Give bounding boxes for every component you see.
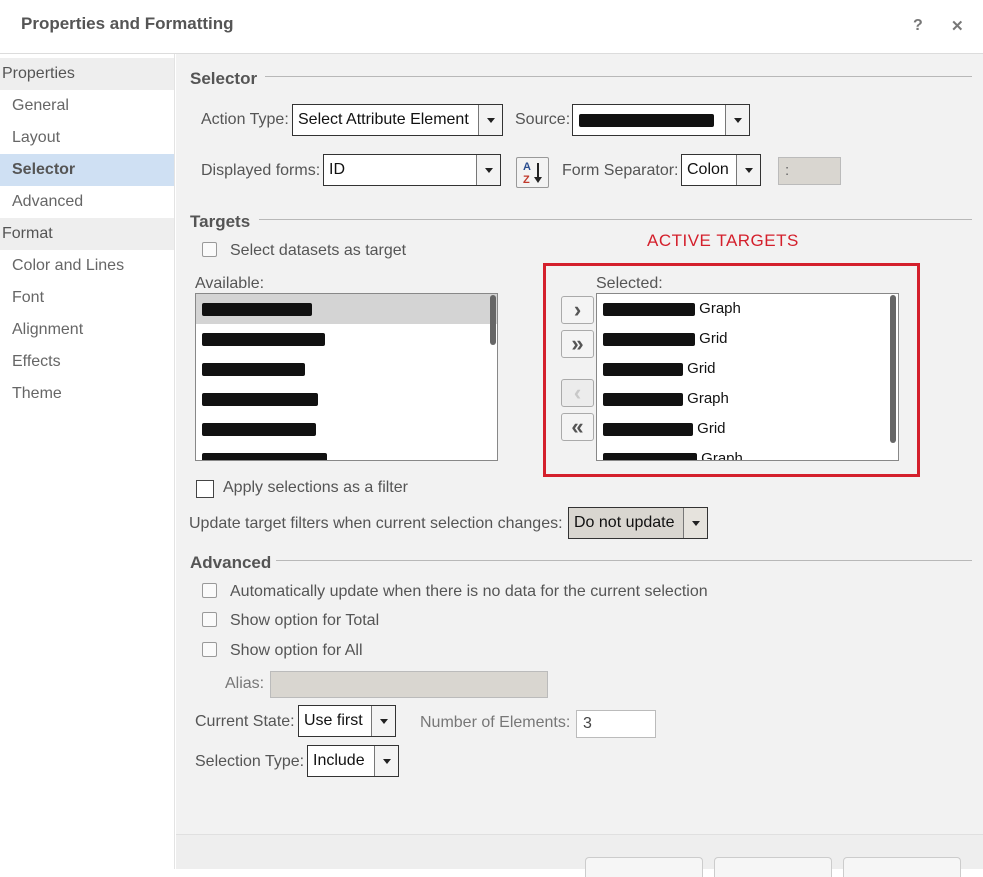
dropdown-arrow-icon[interactable] — [374, 746, 398, 776]
sort-az-icon[interactable]: A Z — [516, 157, 549, 188]
available-list[interactable] — [195, 293, 498, 461]
title-bar: Properties and Formatting ? ✕ — [0, 0, 983, 54]
sidebar-item-advanced[interactable]: Advanced — [0, 186, 174, 218]
form-separator-label: Form Separator: — [562, 162, 679, 179]
current-state-label: Current State: — [195, 713, 295, 730]
section-divider — [265, 76, 972, 77]
sidebar-item-layout[interactable]: Layout — [0, 122, 174, 154]
list-item[interactable]: Graph — [597, 294, 898, 324]
svg-text:A: A — [523, 161, 531, 173]
update-filters-value: Do not update — [574, 514, 675, 531]
show-total-checkbox[interactable] — [202, 612, 217, 627]
displayed-forms-select[interactable]: ID — [323, 154, 501, 186]
sidebar-item-font[interactable]: Font — [0, 282, 174, 314]
selected-scrollbar[interactable] — [890, 295, 896, 443]
action-type-value: Select Attribute Element — [298, 111, 469, 128]
footer-button[interactable] — [714, 857, 832, 877]
update-filters-select[interactable]: Do not update — [568, 507, 708, 539]
dropdown-arrow-icon[interactable] — [683, 508, 707, 538]
selection-type-label: Selection Type: — [195, 753, 305, 770]
footer-button[interactable] — [585, 857, 703, 877]
selector-heading: Selector — [190, 69, 258, 88]
list-item[interactable] — [196, 444, 497, 460]
available-label: Available: — [195, 275, 265, 292]
list-item[interactable] — [196, 324, 497, 354]
list-item[interactable]: Grid — [597, 324, 898, 354]
sidebar-item-color-and-lines[interactable]: Color and Lines — [0, 250, 174, 282]
action-type-label: Action Type: — [201, 111, 289, 128]
footer-button[interactable] — [843, 857, 961, 877]
list-item[interactable]: Graph — [597, 384, 898, 414]
list-item[interactable] — [196, 384, 497, 414]
select-datasets-checkbox[interactable] — [202, 242, 217, 257]
sidebar-item-general[interactable]: General — [0, 90, 174, 122]
sidebar-group-format: Format — [0, 218, 174, 250]
active-targets-annotation: ACTIVE TARGETS — [647, 231, 799, 250]
displayed-forms-label: Displayed forms: — [201, 162, 321, 179]
svg-text:Z: Z — [523, 174, 530, 186]
current-state-select[interactable]: Use first — [298, 705, 396, 737]
dropdown-arrow-icon[interactable] — [371, 706, 395, 736]
auto-update-label: Automatically update when there is no da… — [230, 583, 708, 600]
num-elements-input[interactable]: 3 — [576, 710, 656, 738]
selected-list[interactable]: Graph Grid Grid Graph Grid Graph — [596, 293, 899, 461]
close-icon[interactable]: ✕ — [951, 17, 964, 35]
sidebar-item-alignment[interactable]: Alignment — [0, 314, 174, 346]
section-divider — [276, 560, 972, 561]
sort-az-icon-glyph: A Z — [523, 161, 542, 186]
list-item[interactable] — [196, 354, 497, 384]
sidebar-item-effects[interactable]: Effects — [0, 346, 174, 378]
dropdown-arrow-icon[interactable] — [725, 105, 749, 135]
form-separator-select[interactable]: Colon — [681, 154, 761, 186]
source-select[interactable] — [572, 104, 750, 136]
main-panel: Selector Action Type: Select Attribute E… — [176, 54, 983, 877]
sidebar-group-properties: Properties — [0, 58, 174, 90]
list-item[interactable]: Graph — [597, 444, 898, 460]
dialog-title: Properties and Formatting — [21, 14, 234, 33]
advanced-heading: Advanced — [190, 553, 272, 572]
action-type-select[interactable]: Select Attribute Element — [292, 104, 503, 136]
select-datasets-label: Select datasets as target — [230, 242, 407, 259]
source-label: Source: — [515, 111, 571, 128]
help-icon[interactable]: ? — [913, 17, 923, 35]
displayed-forms-value: ID — [329, 161, 345, 178]
apply-filter-checkbox[interactable] — [196, 480, 214, 498]
sidebar-item-selector[interactable]: Selector — [0, 154, 174, 186]
selection-type-select[interactable]: Include — [307, 745, 399, 777]
redacted-source — [579, 114, 714, 127]
apply-filter-label: Apply selections as a filter — [223, 479, 408, 496]
dropdown-arrow-icon[interactable] — [476, 155, 500, 185]
list-item[interactable]: Grid — [597, 354, 898, 384]
alias-field — [270, 671, 548, 698]
update-filters-label: Update target filters when current selec… — [189, 515, 563, 532]
dropdown-arrow-icon[interactable] — [478, 105, 502, 135]
num-elements-label: Number of Elements: — [420, 714, 571, 731]
targets-heading: Targets — [190, 212, 251, 231]
show-all-checkbox[interactable] — [202, 642, 217, 657]
separator-char-field: : — [778, 157, 841, 185]
list-item[interactable] — [196, 294, 497, 324]
dropdown-arrow-icon[interactable] — [736, 155, 760, 185]
section-divider — [259, 219, 972, 220]
show-total-label: Show option for Total — [230, 612, 380, 629]
list-item[interactable] — [196, 414, 497, 444]
show-all-label: Show option for All — [230, 642, 363, 659]
list-item[interactable]: Grid — [597, 414, 898, 444]
selected-label: Selected: — [596, 275, 663, 292]
alias-label: Alias: — [225, 675, 265, 692]
sidebar-item-theme[interactable]: Theme — [0, 378, 174, 410]
selection-type-value: Include — [313, 752, 365, 769]
form-separator-value: Colon — [687, 161, 729, 178]
sidebar: Properties General Layout Selector Advan… — [0, 54, 175, 869]
current-state-value: Use first — [304, 712, 363, 729]
auto-update-checkbox[interactable] — [202, 583, 217, 598]
available-scrollbar[interactable] — [490, 295, 496, 345]
